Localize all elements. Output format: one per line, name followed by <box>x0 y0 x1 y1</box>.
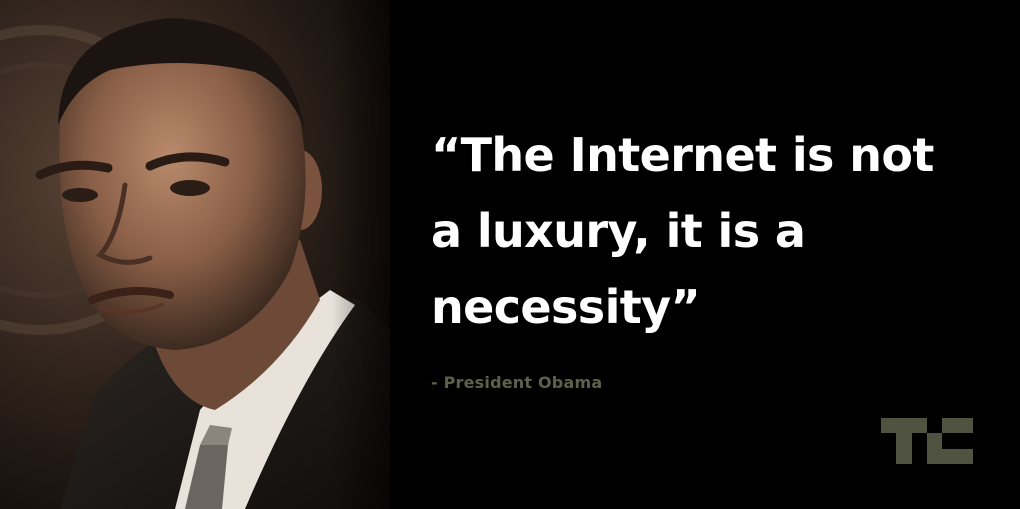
techcrunch-logo-icon <box>881 418 973 464</box>
quote-card: “The Internet is not a luxury, it is a n… <box>0 0 1020 509</box>
quote-text: “The Internet is not a luxury, it is a n… <box>431 128 934 334</box>
portrait-photo <box>0 0 390 509</box>
quote-attribution: - President Obama <box>431 373 603 392</box>
